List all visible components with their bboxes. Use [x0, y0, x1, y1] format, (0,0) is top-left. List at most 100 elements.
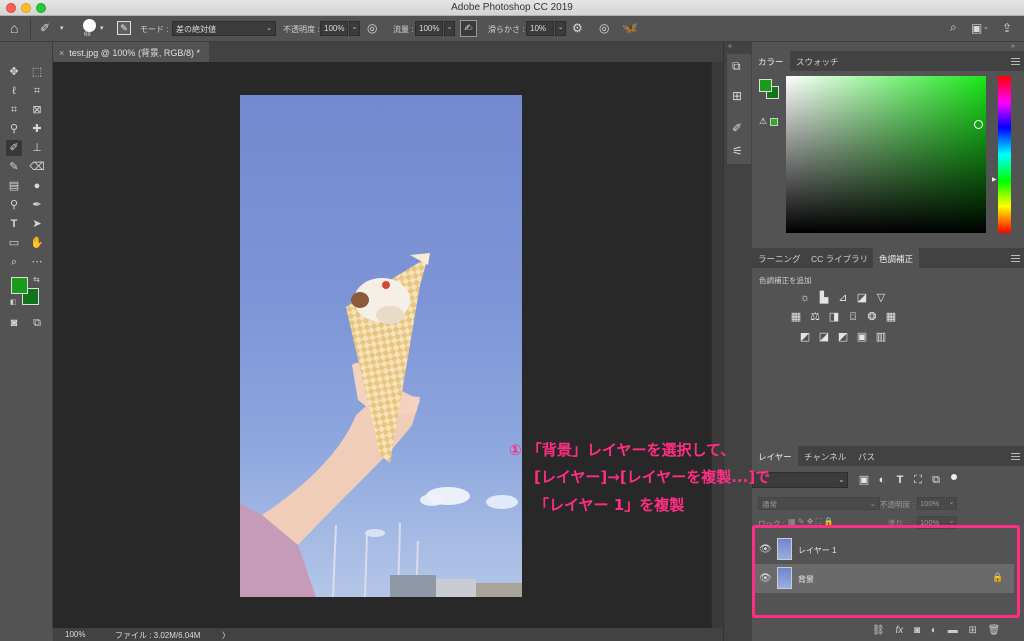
fx-icon[interactable]: fx	[895, 625, 903, 636]
filter-shape-icon[interactable]: ⛶	[912, 474, 924, 486]
workspace-chevron-icon[interactable]: ⌄	[983, 24, 989, 31]
marquee-tool-icon[interactable]: ⬚	[29, 64, 45, 80]
color-foreground-swatch[interactable]	[759, 79, 772, 92]
photo-filter-icon[interactable]: ⌼	[847, 311, 859, 323]
color-picker-ring[interactable]	[974, 120, 983, 129]
exposure-icon[interactable]: ◪	[856, 292, 868, 304]
zoom-tool-icon[interactable]: ⌕	[6, 254, 22, 270]
workspace-icon[interactable]: ▣	[971, 22, 982, 34]
panel-menu-icon[interactable]	[1011, 453, 1020, 460]
gamut-color-swatch[interactable]	[770, 118, 778, 126]
threshold-icon[interactable]: ◩	[837, 331, 849, 343]
smoothing-dropdown[interactable]: ⌄	[555, 21, 566, 36]
canvas-area[interactable]	[53, 62, 723, 628]
filter-smart-object-icon[interactable]: ⧉	[930, 474, 942, 486]
tab-cc-libraries[interactable]: CC ライブラリ	[805, 248, 874, 268]
document-tab[interactable]: × test.jpg @ 100% (背景, RGB/8) *	[53, 42, 209, 62]
zoom-level[interactable]: 100%	[65, 630, 85, 639]
tab-layers[interactable]: レイヤー	[752, 446, 798, 466]
mask-icon[interactable]: ◙	[914, 625, 920, 636]
mode-select[interactable]: 差の絶対値 ⌄	[172, 21, 276, 36]
color-lookup-icon[interactable]: ▦	[885, 311, 897, 323]
collapse-panels-icon[interactable]: »	[1011, 43, 1015, 50]
swap-colors-icon[interactable]: ⇆	[33, 275, 40, 284]
vibrance-icon[interactable]: ▽	[875, 292, 887, 304]
hue-saturation-icon[interactable]: ▦	[790, 311, 802, 323]
eraser-tool-icon[interactable]: ⌫	[29, 159, 45, 175]
filter-adjustment-icon[interactable]: ◐	[876, 474, 888, 486]
adjustment-layer-icon[interactable]: ◐	[931, 625, 937, 636]
symmetry-icon[interactable]: 🦋	[622, 21, 638, 34]
quick-select-tool-icon[interactable]: ⌗	[29, 83, 45, 99]
layer-opacity-dropdown[interactable]: ⌄	[946, 497, 957, 510]
black-white-icon[interactable]: ◨	[828, 311, 840, 323]
levels-icon[interactable]: ▙	[818, 292, 830, 304]
brightness-icon[interactable]: ☼	[799, 292, 811, 304]
blur-tool-icon[interactable]: ●	[29, 178, 45, 194]
default-colors-icon[interactable]: ◧	[10, 298, 17, 306]
crop-tool-icon[interactable]: ⌗	[6, 102, 22, 118]
share-icon[interactable]: ⇪	[1002, 22, 1012, 34]
healing-brush-tool-icon[interactable]: ✚	[29, 121, 45, 137]
posterize-icon[interactable]: ◪	[818, 331, 830, 343]
chevron-down-icon[interactable]: ▾	[60, 25, 64, 32]
panel-menu-icon[interactable]	[1011, 58, 1020, 65]
brush-tool-icon[interactable]: ✐	[40, 22, 50, 34]
tab-color[interactable]: カラー	[752, 51, 790, 71]
foreground-color-swatch[interactable]	[11, 277, 28, 294]
folder-icon[interactable]: ▬	[948, 625, 958, 636]
curves-icon[interactable]: ⊿	[837, 292, 849, 304]
vertical-scrollbar[interactable]	[711, 62, 723, 628]
blend-mode-select[interactable]: 通常 ⌄	[758, 497, 880, 510]
pressure-size-icon[interactable]: ◎	[599, 22, 609, 34]
tab-channels[interactable]: チャンネル	[798, 446, 852, 466]
filter-type-icon[interactable]: T	[894, 474, 906, 486]
history-panel-icon[interactable]: ⧉	[732, 60, 741, 72]
filter-toggle-icon[interactable]	[951, 474, 957, 480]
channel-mixer-icon[interactable]: ❂	[866, 311, 878, 323]
brush-settings-icon[interactable]: ✎	[117, 21, 131, 35]
gradient-map-icon[interactable]: ▥	[875, 331, 887, 343]
hue-slider-handle[interactable]: ▶	[992, 176, 997, 183]
tab-close-icon[interactable]: ×	[59, 48, 64, 58]
status-menu-arrow[interactable]: 〉	[222, 630, 230, 641]
brush-panel-icon[interactable]: ✐	[732, 122, 742, 134]
frame-tool-icon[interactable]: ⊠	[29, 102, 45, 118]
color-balance-icon[interactable]: ⚖	[809, 311, 821, 323]
brush-preset-chevron-icon[interactable]: ▾	[100, 25, 104, 32]
lasso-tool-icon[interactable]: ℓ	[6, 83, 22, 99]
layer-opacity-input[interactable]: 100%	[917, 497, 945, 510]
panel-menu-icon[interactable]	[1011, 255, 1020, 262]
clone-stamp-tool-icon[interactable]: ⊥	[29, 140, 45, 156]
trash-icon[interactable]: 🗑	[988, 625, 1001, 636]
move-tool-icon[interactable]: ✥	[6, 64, 22, 80]
type-tool-icon[interactable]: T	[6, 216, 22, 232]
hue-slider[interactable]	[998, 76, 1011, 233]
tab-adjustments[interactable]: 色調補正	[873, 248, 920, 268]
tab-swatches[interactable]: スウォッチ	[790, 51, 845, 71]
invert-icon[interactable]: ◩	[799, 331, 811, 343]
path-selection-tool-icon[interactable]: ➤	[29, 216, 45, 232]
dodge-tool-icon[interactable]: ⚲	[6, 197, 22, 213]
new-layer-icon[interactable]: ⊞	[968, 625, 976, 636]
hand-tool-icon[interactable]: ✋	[29, 235, 45, 251]
selective-color-icon[interactable]: ▣	[856, 331, 868, 343]
eyedropper-tool-icon[interactable]: ⚲	[6, 121, 22, 137]
brush-tool-icon[interactable]: ✐	[6, 140, 22, 156]
brush-settings-panel-icon[interactable]: ⚟	[732, 145, 743, 157]
pen-tool-icon[interactable]: ✒	[29, 197, 45, 213]
gradient-tool-icon[interactable]: ▤	[6, 178, 22, 194]
gear-icon[interactable]: ⚙	[572, 22, 583, 34]
rectangle-tool-icon[interactable]: ▭	[6, 235, 22, 251]
expand-dock-icon[interactable]: «	[728, 43, 732, 50]
tab-learn[interactable]: ラーニング	[752, 248, 807, 268]
flow-input[interactable]: 100%	[415, 21, 443, 36]
opacity-dropdown[interactable]: ⌄	[349, 21, 360, 36]
quick-mask-icon[interactable]: ◙	[6, 315, 22, 331]
properties-panel-icon[interactable]: ⊞	[732, 90, 742, 102]
search-icon[interactable]: ⌕	[950, 21, 957, 33]
smoothing-input[interactable]: 10%	[526, 21, 554, 36]
airbrush-icon[interactable]: ✍	[460, 20, 477, 37]
more-tools-icon[interactable]: ⋯	[29, 254, 45, 270]
opacity-input[interactable]: 100%	[320, 21, 348, 36]
